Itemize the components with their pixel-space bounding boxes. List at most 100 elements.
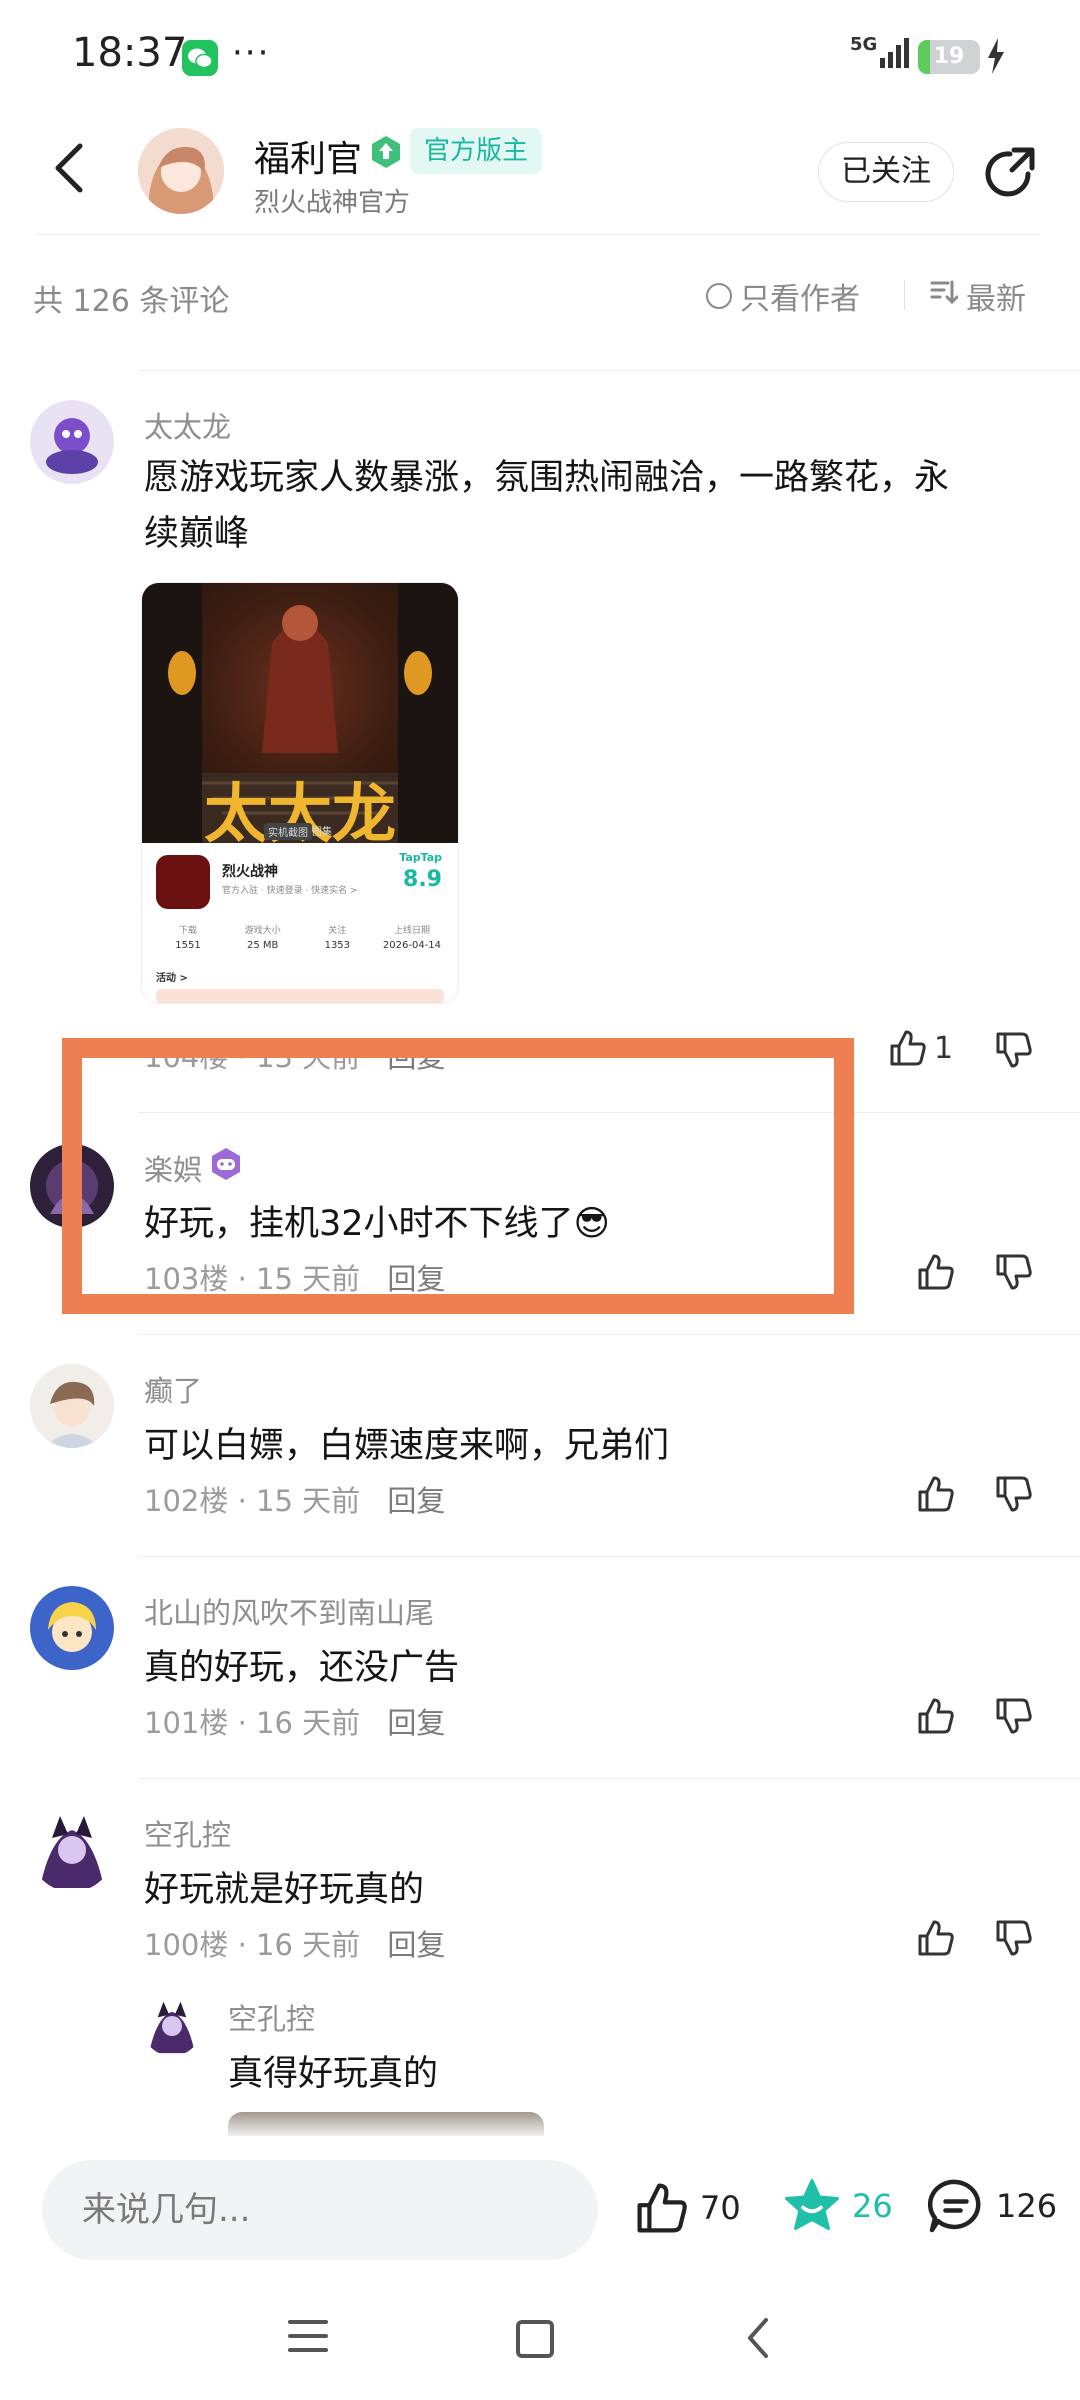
row-divider <box>138 1334 1080 1335</box>
comment-text: 愿游戏玩家人数暴涨，氛围热闹融洽，一路繁花，永 续巅峰 <box>144 450 1044 562</box>
comment-total: 126 <box>996 2187 1058 2225</box>
game-subtitle: 官方入驻 · 快速登录 · 快速实名 > <box>222 886 358 896</box>
comment-avatar[interactable] <box>30 1586 114 1670</box>
reply-button[interactable]: 回复 <box>387 1706 445 1740</box>
reply-button[interactable]: 回复 <box>387 1928 445 1962</box>
stat-label: 上线日期 <box>393 926 430 936</box>
comment-count-button[interactable]: 126 <box>926 2176 1057 2236</box>
game-art-image: 太太龙 实机截图 图集 <box>142 583 458 852</box>
author-only-label: 只看作者 <box>740 282 860 317</box>
network-type: 5G <box>850 34 878 55</box>
comment-icon <box>927 2179 981 2233</box>
game-art-title: 太太龙 <box>204 777 396 852</box>
thumbs-up-icon <box>918 1698 954 1734</box>
status-time: 18:37 <box>72 30 188 76</box>
image-tag: 图集 <box>312 827 332 838</box>
comment-input[interactable]: 来说几句... <box>42 2160 598 2260</box>
comment-author[interactable]: 癫了 <box>144 1368 202 1410</box>
comment-text: 好玩就是好玩真的 <box>144 1870 425 1910</box>
charging-icon <box>986 38 1006 78</box>
post-like-button[interactable]: 70 <box>634 2180 741 2236</box>
comment-author[interactable]: 北山的风吹不到南山尾 <box>144 1590 434 1632</box>
thumbs-down-icon <box>996 1476 1032 1512</box>
stat-value: 25 MB <box>246 940 279 951</box>
row-divider <box>138 1778 1080 1779</box>
verified-icon <box>368 134 404 174</box>
thumbs-up-icon <box>918 1476 954 1512</box>
dislike-button[interactable] <box>994 1474 1034 1514</box>
platform-label: TapTap <box>399 851 442 864</box>
filter-separator <box>904 280 905 310</box>
thumbs-up-icon <box>637 2183 687 2233</box>
thumbs-up-icon <box>918 1254 954 1290</box>
activity-banner <box>156 989 444 1003</box>
dislike-button[interactable] <box>994 1918 1034 1958</box>
share-icon[interactable] <box>980 144 1038 206</box>
sort-label: 最新 <box>966 282 1026 317</box>
comment-count: 共 126 条评论 <box>33 284 230 319</box>
comment-meta: 101楼 · 16 天前 回复 <box>144 1700 445 1742</box>
dislike-button[interactable] <box>994 1030 1034 1070</box>
comment-image[interactable]: 太太龙 实机截图 图集 烈火战神 官方入驻 · 快速登录 · 快速实名 > Ta… <box>141 582 459 1004</box>
thumbs-down-icon <box>996 1254 1032 1290</box>
comment-text: 可以白嫖，白嫖速度来啊，兄弟们 <box>144 1426 670 1466</box>
scroll-fade <box>0 2090 1080 2140</box>
stat-label: 游戏大小 <box>244 926 281 936</box>
like-button[interactable] <box>916 1696 956 1736</box>
highlight-box <box>62 1038 854 1314</box>
more-notifications-icon: ··· <box>232 33 271 73</box>
dislike-button[interactable] <box>994 1252 1034 1292</box>
comment-avatar[interactable] <box>30 1364 114 1448</box>
reply-avatar[interactable] <box>142 1996 202 2056</box>
comment-avatar[interactable] <box>30 400 114 484</box>
like-button[interactable] <box>916 1918 956 1958</box>
reply-author[interactable]: 空孔控 <box>228 1996 315 2038</box>
favorite-button[interactable]: 26 <box>782 2176 893 2236</box>
comment-text-line: 续巅峰 <box>144 514 250 554</box>
stat-value: 2026-04-14 <box>382 940 442 951</box>
like-button[interactable] <box>916 1252 956 1292</box>
sort-button[interactable]: 最新 <box>930 274 1026 318</box>
game-name: 烈火战神 <box>222 864 278 880</box>
image-tag: 实机截图 <box>264 823 312 840</box>
comment-author[interactable]: 空孔控 <box>144 1812 231 1854</box>
game-score: 8.9 <box>403 867 442 892</box>
comment-author[interactable]: 太太龙 <box>144 404 231 446</box>
game-stat: 下载 1551 <box>152 923 224 951</box>
home-icon[interactable] <box>516 2320 554 2358</box>
comment-floor-time: 102楼 · 15 天前 <box>144 1484 361 1518</box>
wechat-icon <box>182 40 218 76</box>
comment-text: 真的好玩，还没广告 <box>144 1648 460 1688</box>
sort-icon <box>930 278 959 314</box>
thumbs-down-icon <box>996 1698 1032 1734</box>
nav-back-icon[interactable] <box>744 2316 772 2364</box>
author-only-toggle[interactable]: 只看作者 <box>706 274 860 318</box>
dislike-button[interactable] <box>994 1696 1034 1736</box>
like-button[interactable]: 1 <box>888 1028 953 1068</box>
reply-button[interactable]: 回复 <box>387 1484 445 1518</box>
author-name[interactable]: 福利官 <box>254 130 362 182</box>
like-count: 1 <box>934 1030 954 1066</box>
thumbs-up-icon <box>918 1920 954 1956</box>
comment-avatar[interactable] <box>30 1808 114 1892</box>
game-stat: 关注 1353 <box>301 923 373 951</box>
author-subtitle: 烈火战神官方 <box>254 188 411 218</box>
comment-meta: 100楼 · 16 天前 回复 <box>144 1922 445 1964</box>
back-icon[interactable] <box>50 140 90 200</box>
like-button[interactable] <box>916 1474 956 1514</box>
battery-icon: 19 <box>918 40 980 74</box>
post-like-count: 70 <box>700 2189 741 2227</box>
row-divider <box>138 370 1080 371</box>
game-stat: 游戏大小 25 MB <box>227 923 299 951</box>
follow-button[interactable]: 已关注 <box>818 142 954 202</box>
thumbs-up-icon <box>890 1030 926 1066</box>
favorite-count: 26 <box>852 2187 893 2225</box>
stat-value: 1353 <box>324 940 351 951</box>
stat-value: 1551 <box>175 940 201 951</box>
recent-apps-icon[interactable] <box>288 2318 328 2358</box>
author-avatar[interactable] <box>138 128 224 214</box>
thumbs-down-icon <box>996 1032 1032 1068</box>
star-icon <box>785 2179 839 2230</box>
row-divider <box>138 1556 1080 1557</box>
game-stats: 下载 1551 游戏大小 25 MB 关注 1353 上线日期 2026-04-14 <box>152 923 448 951</box>
